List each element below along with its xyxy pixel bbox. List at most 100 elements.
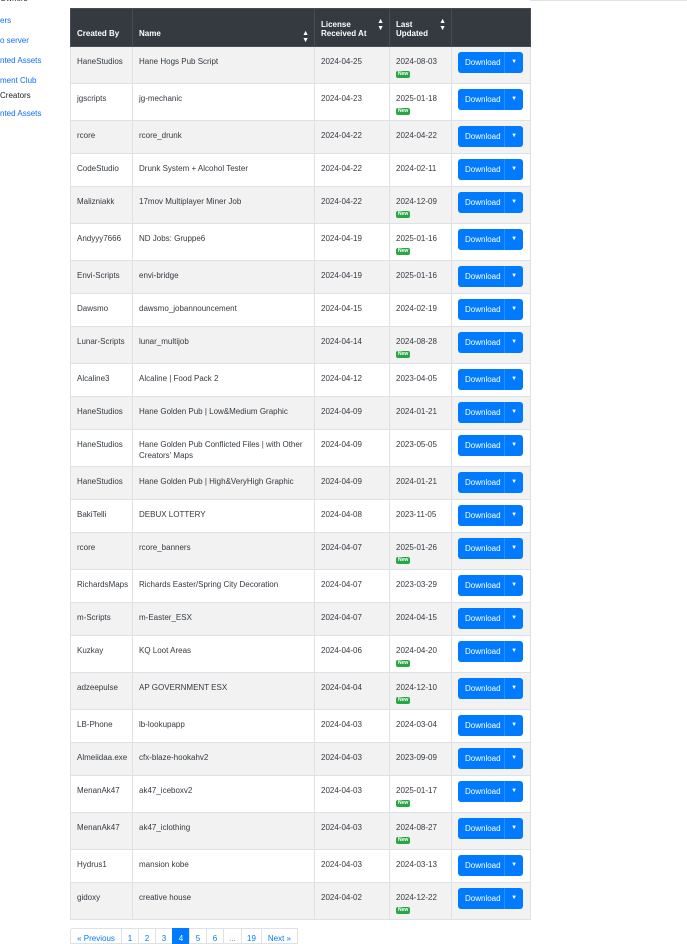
download-button[interactable]: Download ▼ <box>458 715 523 736</box>
sidebar-item[interactable]: o server <box>0 36 29 45</box>
download-button[interactable]: Download ▼ <box>458 608 523 629</box>
caret-down-icon[interactable]: ▼ <box>504 332 523 353</box>
sidebar-item[interactable]: ers <box>0 16 11 25</box>
caret-down-icon[interactable]: ▼ <box>504 748 523 769</box>
table-row: Envi-Scripts envi-bridge 2024-04-19 2025-01… <box>70 260 531 294</box>
caret-down-icon[interactable]: ▼ <box>504 192 523 213</box>
received-date: 2024-04-22 <box>321 197 362 206</box>
caret-down-icon[interactable]: ▼ <box>504 52 523 73</box>
download-label: Download <box>465 581 501 590</box>
download-button[interactable]: Download ▼ <box>458 369 523 390</box>
sort-icon[interactable]: ▲ ▼ <box>439 18 446 32</box>
caret-down-icon[interactable]: ▼ <box>504 89 523 110</box>
download-button[interactable]: Download ▼ <box>458 402 523 423</box>
cell-received: 2024-04-09 <box>314 429 390 467</box>
download-button[interactable]: Download ▼ <box>458 472 523 493</box>
cell-name: creative house <box>132 882 315 920</box>
download-label: Download <box>465 235 501 244</box>
caret-down-icon[interactable]: ▼ <box>504 435 523 456</box>
sidebar-item[interactable]: nted Assets <box>0 56 41 65</box>
header-updated-label-1: Last <box>396 20 413 29</box>
download-button[interactable]: Download ▼ <box>458 855 523 876</box>
sort-icon[interactable]: ▲ ▼ <box>302 30 309 44</box>
cell-actions: Download ▼ <box>451 569 531 603</box>
cell-received: 2024-04-09 <box>314 396 390 430</box>
header-license-received[interactable]: License Received At ▲ ▼ <box>314 8 390 47</box>
cell-received: 2024-04-03 <box>314 709 390 743</box>
cell-actions: Download ▼ <box>451 635 531 673</box>
table-row: LB-Phone lb-lookupapp 2024-04-03 2024-03-04… <box>70 709 531 743</box>
download-button[interactable]: Download ▼ <box>458 266 523 287</box>
received-date: 2024-04-22 <box>321 131 362 140</box>
download-button[interactable]: Download ▼ <box>458 126 523 147</box>
cell-name: ND Jobs: Gruppe6 <box>132 223 315 261</box>
cell-received: 2024-04-15 <box>314 293 390 327</box>
caret-down-icon[interactable]: ▼ <box>504 888 523 909</box>
cell-created-by: rcore <box>70 532 133 570</box>
cell-received: 2024-04-03 <box>314 812 390 850</box>
download-label: Download <box>465 441 501 450</box>
download-button[interactable]: Download ▼ <box>458 538 523 559</box>
table-body: HaneStudios Hane Hogs Pub Script 2024-04-2… <box>70 46 531 920</box>
cell-received: 2024-04-14 <box>314 326 390 364</box>
creator-name: HaneStudios <box>77 440 123 449</box>
caret-down-icon[interactable]: ▼ <box>504 266 523 287</box>
download-button[interactable]: Download ▼ <box>458 332 523 353</box>
header-last-updated[interactable]: Last Updated ▲ ▼ <box>389 8 452 47</box>
asset-name: 17mov Multiplayer Miner Job <box>139 197 242 206</box>
download-button[interactable]: Download ▼ <box>458 159 523 180</box>
download-button[interactable]: Download ▼ <box>458 435 523 456</box>
caret-down-icon[interactable]: ▼ <box>504 505 523 526</box>
download-button[interactable]: Download ▼ <box>458 505 523 526</box>
caret-down-icon[interactable]: ▼ <box>504 126 523 147</box>
caret-down-icon[interactable]: ▼ <box>504 855 523 876</box>
download-button[interactable]: Download ▼ <box>458 575 523 596</box>
creator-name: HaneStudios <box>77 407 123 416</box>
cell-actions: Download ▼ <box>451 186 531 224</box>
sidebar-item[interactable]: nted Assets <box>0 109 41 118</box>
cell-created-by: LB-Phone <box>70 709 133 743</box>
caret-down-icon[interactable]: ▼ <box>504 678 523 699</box>
download-button[interactable]: Download ▼ <box>458 229 523 250</box>
sort-icon[interactable]: ▲ ▼ <box>377 18 384 32</box>
updated-date: 2024-01-21 <box>396 407 437 416</box>
header-name[interactable]: Name ▲ ▼ <box>132 8 315 47</box>
download-button[interactable]: Download ▼ <box>458 52 523 73</box>
download-button[interactable]: Download ▼ <box>458 678 523 699</box>
creator-name: Malizniakk <box>77 197 115 206</box>
sidebar-item: Owners <box>0 0 28 3</box>
sidebar-item[interactable]: ment Club <box>0 76 36 85</box>
caret-down-icon[interactable]: ▼ <box>504 608 523 629</box>
asset-name: ak47_iceboxv2 <box>139 786 193 795</box>
download-button[interactable]: Download ▼ <box>458 781 523 802</box>
header-created-by[interactable]: Created By <box>70 8 133 47</box>
download-button[interactable]: Download ▼ <box>458 192 523 213</box>
download-button[interactable]: Download ▼ <box>458 89 523 110</box>
creator-name: m-Scripts <box>77 613 111 622</box>
cell-received: 2024-04-22 <box>314 186 390 224</box>
caret-down-icon[interactable]: ▼ <box>504 818 523 839</box>
received-date: 2024-04-09 <box>321 407 362 416</box>
caret-down-icon[interactable]: ▼ <box>504 369 523 390</box>
caret-down-icon[interactable]: ▼ <box>504 575 523 596</box>
caret-down-icon[interactable]: ▼ <box>504 781 523 802</box>
caret-down-icon[interactable]: ▼ <box>504 641 523 662</box>
cell-name: 17mov Multiplayer Miner Job <box>132 186 315 224</box>
header-license-label-1: License <box>321 20 351 29</box>
caret-down-icon[interactable]: ▼ <box>504 159 523 180</box>
caret-down-icon[interactable]: ▼ <box>504 715 523 736</box>
cell-received: 2024-04-07 <box>314 569 390 603</box>
download-button[interactable]: Download ▼ <box>458 818 523 839</box>
caret-down-icon[interactable]: ▼ <box>504 472 523 493</box>
caret-down-icon[interactable]: ▼ <box>504 538 523 559</box>
download-button[interactable]: Download ▼ <box>458 748 523 769</box>
header-updated-label-2: Updated <box>396 29 428 38</box>
caret-down-icon[interactable]: ▼ <box>504 402 523 423</box>
download-button[interactable]: Download ▼ <box>458 888 523 909</box>
updated-date: 2024-12-10 <box>396 683 437 692</box>
caret-down-icon[interactable]: ▼ <box>504 299 523 320</box>
download-button[interactable]: Download ▼ <box>458 299 523 320</box>
top-divider <box>530 0 687 1</box>
download-button[interactable]: Download ▼ <box>458 641 523 662</box>
caret-down-icon[interactable]: ▼ <box>504 229 523 250</box>
